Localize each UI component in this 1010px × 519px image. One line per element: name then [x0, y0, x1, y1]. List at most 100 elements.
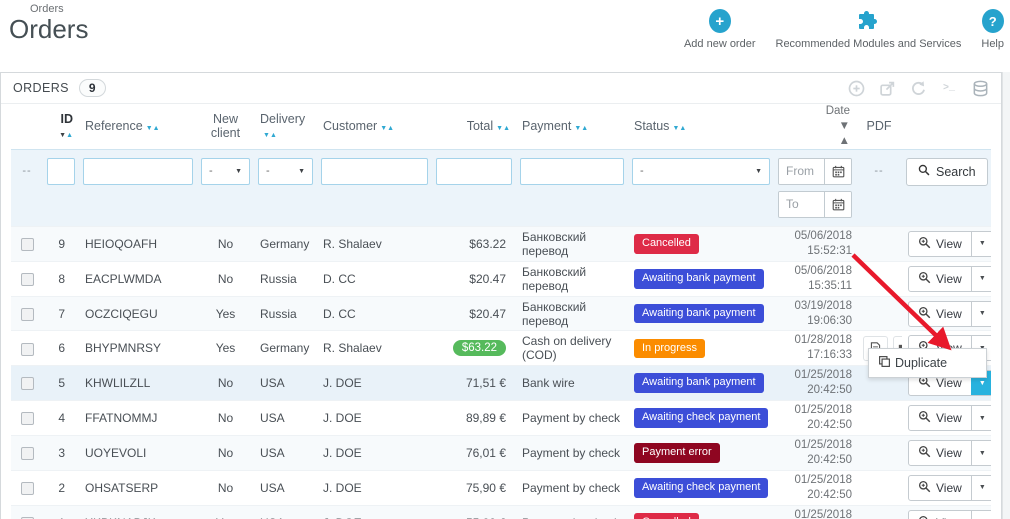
column-header-total: Total — [466, 119, 494, 134]
view-button[interactable]: View ▼ — [908, 474, 991, 501]
cell-date: 03/19/2018 19:06:30 — [774, 295, 856, 331]
view-dropdown-toggle[interactable]: ▼ — [970, 475, 991, 500]
row-checkbox[interactable] — [20, 272, 34, 286]
panel-toolbar: >_ — [847, 79, 989, 97]
cell-delivery: USA — [254, 400, 317, 436]
payment-filter-input[interactable] — [520, 157, 624, 185]
cell-new-client: No — [197, 400, 254, 436]
add-new-order-button[interactable]: + Add new order — [684, 9, 756, 50]
table-row[interactable]: 2 OHSATSERP No USA J. DOE 75,90 € Paymen… — [11, 469, 991, 506]
column-header-new-client: New client — [210, 112, 241, 141]
sort-asc-icon[interactable]: ▲ — [783, 134, 850, 149]
row-checkbox[interactable] — [20, 342, 34, 356]
view-dropdown-toggle[interactable]: ▼ — [970, 231, 991, 256]
calendar-icon[interactable] — [824, 158, 851, 184]
date-from-input[interactable] — [779, 158, 824, 184]
reference-filter-input[interactable] — [83, 157, 193, 185]
help-button[interactable]: ? Help — [981, 9, 1004, 50]
sort-asc-icon[interactable]: ▲ — [503, 125, 510, 132]
status-badge: Awaiting bank payment — [634, 373, 764, 394]
table-row[interactable]: 6 BHYPMNRSY Yes Germany R. Shalaev $63.2… — [11, 330, 991, 366]
add-icon[interactable] — [847, 79, 865, 97]
sort-asc-icon[interactable]: ▲ — [153, 125, 160, 132]
view-button[interactable]: View ▼ — [908, 230, 991, 257]
cell-new-client: No — [197, 469, 254, 506]
sql-icon[interactable]: >_ — [940, 79, 958, 97]
cell-date: 01/25/201820:42:50 — [774, 365, 856, 401]
sort-asc-icon[interactable]: ▲ — [270, 132, 277, 139]
table-header-row: ID▼▲ Reference ▼▲ New client Delivery▼▲ C… — [11, 104, 991, 150]
cell-id: 4 — [43, 400, 79, 436]
cell-total: $20.47 — [432, 295, 516, 331]
export-icon[interactable] — [878, 79, 896, 97]
row-checkbox[interactable] — [20, 377, 34, 391]
chevron-down-icon: ▼ — [755, 167, 762, 175]
plus-circle-icon: + — [708, 9, 731, 33]
status-filter-select[interactable]: - ▼ — [632, 157, 770, 185]
table-row[interactable]: 9 HEIOQOAFH No Germany R. Shalaev $63.22… — [11, 225, 991, 262]
sort-asc-icon[interactable]: ▲ — [387, 125, 394, 132]
sort-desc-icon[interactable]: ▼ — [783, 119, 850, 134]
cell-reference: BHYPMNRSY — [79, 330, 197, 366]
view-dropdown-toggle[interactable]: ▼ — [970, 406, 991, 431]
row-checkbox[interactable] — [20, 482, 34, 496]
total-filter-input[interactable] — [436, 157, 512, 185]
row-checkbox[interactable] — [20, 237, 34, 251]
cell-new-client: No — [197, 260, 254, 297]
sort-desc-icon[interactable]: ▼ — [263, 132, 270, 139]
cell-delivery: USA — [254, 435, 317, 471]
sort-asc-icon[interactable]: ▲ — [679, 125, 686, 132]
view-button[interactable]: View ▼ — [908, 265, 991, 292]
id-filter-input[interactable] — [47, 157, 75, 185]
view-dropdown-toggle[interactable]: ▼ — [970, 441, 991, 465]
table-row[interactable]: 1 XKBKNABJK Yes USA J. DOE 55,00 € Payme… — [11, 504, 991, 519]
sort-desc-icon[interactable]: ▼ — [146, 125, 153, 132]
cell-customer: J. DOE — [317, 469, 432, 506]
view-dropdown-toggle[interactable]: ▼ — [970, 266, 991, 291]
zoom-in-icon — [918, 480, 931, 496]
grid-icon[interactable] — [971, 79, 989, 97]
sort-asc-icon[interactable]: ▲ — [581, 125, 588, 132]
cell-payment: Payment by check — [516, 400, 628, 436]
view-dropdown-toggle[interactable]: ▼ — [970, 510, 991, 519]
view-button[interactable]: View ▼ — [908, 300, 991, 327]
new-client-filter-select[interactable]: - ▼ — [201, 157, 250, 185]
table-row[interactable]: 8 EACPLWMDA No Russia D. CC $20.47 Банко… — [11, 260, 991, 297]
cell-id: 8 — [43, 260, 79, 297]
topbar: Orders Orders + Add new order Recommende… — [0, 0, 1010, 72]
row-checkbox[interactable] — [20, 412, 34, 426]
status-badge: Awaiting bank payment — [634, 268, 764, 289]
duplicate-menu-item[interactable]: Duplicate — [868, 348, 987, 378]
panel-title: ORDERS — [13, 81, 69, 95]
column-header-pdf: PDF — [866, 119, 892, 134]
filter-dash: -- — [22, 164, 32, 177]
search-button[interactable]: Search — [906, 157, 988, 186]
row-checkbox[interactable] — [20, 307, 34, 321]
status-badge: Payment error — [634, 443, 720, 463]
customer-filter-input[interactable] — [321, 157, 428, 185]
view-button[interactable]: View ▼ — [908, 440, 991, 466]
calendar-icon[interactable] — [824, 191, 851, 217]
delivery-filter-select[interactable]: - ▼ — [258, 157, 313, 185]
date-to-input[interactable] — [779, 191, 824, 217]
table-row[interactable]: 3 UOYEVOLI No USA J. DOE 76,01 € Payment… — [11, 435, 991, 471]
view-dropdown-toggle[interactable]: ▼ — [970, 301, 991, 326]
sort-asc-icon[interactable]: ▲ — [66, 132, 73, 139]
table-row[interactable]: 4 FFATNOMMJ No USA J. DOE 89,89 € Paymen… — [11, 400, 991, 436]
status-badge: Cancelled — [634, 233, 699, 254]
view-button[interactable]: View ▼ — [908, 405, 991, 432]
refresh-icon[interactable] — [909, 79, 927, 97]
row-checkbox[interactable] — [20, 447, 34, 461]
cell-reference: UOYEVOLI — [79, 435, 197, 471]
table-row[interactable]: 5 KHWLILZLL No USA J. DOE 71,51 € Bank w… — [11, 365, 991, 401]
zoom-in-icon — [918, 410, 931, 426]
filter-row: -- - ▼ - ▼ - ▼ From To -- Search — [11, 149, 991, 227]
column-header-status: Status — [634, 119, 670, 134]
view-button[interactable]: View ▼ — [908, 509, 991, 519]
table-row[interactable]: 7 OCZCIQEGU Yes Russia D. CC $20.47 Банк… — [11, 295, 991, 331]
scrollbar[interactable] — [1002, 72, 1010, 519]
cell-reference: KHWLILZLL — [79, 365, 197, 401]
cell-customer: D. CC — [317, 295, 432, 331]
status-badge: Cancelled — [634, 512, 699, 519]
recommended-modules-button[interactable]: Recommended Modules and Services — [776, 9, 961, 50]
